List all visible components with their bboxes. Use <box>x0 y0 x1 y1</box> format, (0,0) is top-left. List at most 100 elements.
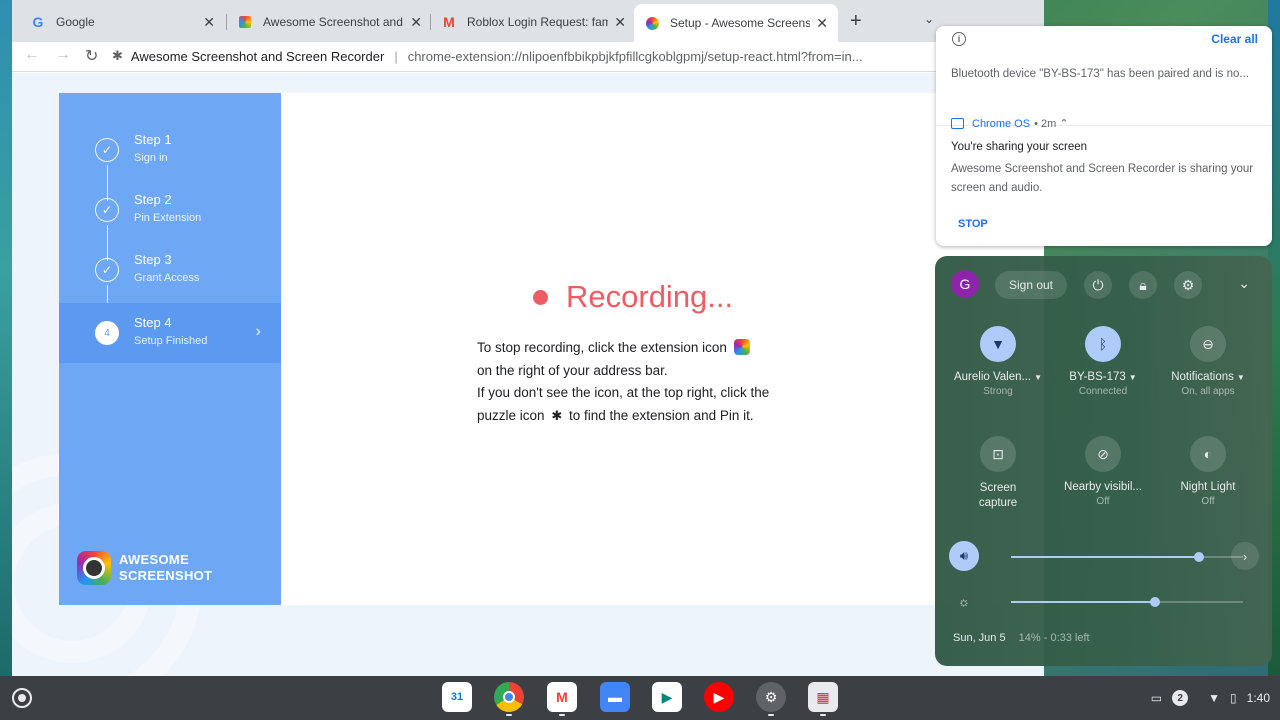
brightness-slider[interactable] <box>1011 597 1243 607</box>
close-icon[interactable]: ✕ <box>614 14 626 31</box>
info-icon: i <box>952 32 966 46</box>
close-icon[interactable]: ✕ <box>816 15 828 32</box>
chevron-down-icon[interactable]: ⌄ <box>1238 275 1250 292</box>
tile-nearby-visibility[interactable]: ⊘ Nearby visibil... Off <box>1053 436 1153 507</box>
screen-capture-icon[interactable]: ⊡ <box>980 436 1016 472</box>
volume-row: 🔊︎ › <box>949 541 1259 573</box>
step-subtitle: Setup Finished <box>134 335 208 347</box>
chevron-right-icon: › <box>255 323 261 340</box>
extension-icon <box>733 339 750 355</box>
tile-status: Connected <box>1078 386 1128 397</box>
tile-label: Night Light <box>1180 481 1236 493</box>
tab-setup-active[interactable]: Setup - Awesome Screenshot ✕ <box>634 4 838 42</box>
wifi-icon[interactable]: ▼ <box>980 326 1016 362</box>
launcher-icon[interactable] <box>12 688 32 708</box>
tile-label: Screen capture <box>978 482 1018 509</box>
google-icon: G <box>32 14 44 30</box>
back-icon[interactable]: ← <box>24 46 40 64</box>
power-icon[interactable]: ⏻ <box>1084 271 1112 299</box>
avatar[interactable]: G <box>951 270 979 298</box>
check-icon: ✓ <box>95 258 119 282</box>
status-tray[interactable]: ▭ 2 ▼ ▯ 1:40 <box>1151 686 1270 710</box>
tab-title: Awesome Screenshot and Screen Recorder <box>263 15 404 29</box>
step-subtitle: Pin Extension <box>134 212 202 224</box>
battery-icon: ▯ <box>1230 691 1237 705</box>
setup-card: ✓ Step 1 Sign in ✓ Step 2 Pin Extension … <box>59 93 1044 605</box>
volume-icon[interactable]: 🔊︎ <box>949 541 979 571</box>
reload-icon[interactable]: ↻ <box>85 46 98 66</box>
notification-body: Awesome Screenshot and Screen Recorder i… <box>951 163 1254 194</box>
night-light-icon[interactable]: ◐ <box>1190 436 1226 472</box>
dropdown-caret-icon[interactable]: ▼ <box>1129 373 1137 382</box>
step-title: Step 4 <box>134 315 172 330</box>
bluetooth-icon[interactable]: ᛒ <box>1085 326 1121 362</box>
tile-status: Strong <box>983 386 1013 397</box>
brand-line: SCREENSHOT <box>119 568 213 583</box>
notification-center: i Clear all Bluetooth device "BY-BS-173"… <box>936 26 1272 246</box>
qs-footer: Sun, Jun 5 14% - 0:33 left <box>953 632 1090 644</box>
chrome-icon[interactable] <box>494 682 524 716</box>
forward-icon[interactable]: → <box>55 46 71 64</box>
tile-status: Off <box>1096 496 1110 507</box>
screen-share-notification[interactable]: Chrome OS • 2m ⌃ You're sharing your scr… <box>936 108 1272 246</box>
volume-slider-thumb[interactable] <box>1193 552 1204 562</box>
files-icon[interactable]: ▬ <box>600 682 630 712</box>
date-text[interactable]: Sun, Jun 5 <box>953 632 1006 644</box>
gmail-icon: M <box>443 14 455 30</box>
lock-icon[interactable]: 🔒︎ <box>1129 271 1157 299</box>
chevron-right-icon[interactable]: › <box>1231 542 1259 570</box>
tile-notifications[interactable]: ⊖ Notifications ▼ On, all apps <box>1158 326 1258 397</box>
settings-icon[interactable]: ⚙ <box>756 682 786 716</box>
tile-night-light[interactable]: ◐ Night Light Off <box>1158 436 1258 507</box>
clipboard-icon[interactable]: ▭ <box>1151 691 1162 705</box>
youtube-icon[interactable]: ▶ <box>704 682 734 712</box>
notification-title: You're sharing your screen <box>951 141 1088 153</box>
dropdown-caret-icon[interactable]: ▼ <box>1034 373 1042 382</box>
dropdown-caret-icon[interactable]: ▼ <box>1237 373 1245 382</box>
tile-bluetooth[interactable]: ᛒ BY-BS-173 ▼ Connected <box>1053 326 1153 397</box>
close-icon[interactable]: ✕ <box>203 14 215 31</box>
tile-status: Off <box>1201 496 1215 507</box>
step-2[interactable]: ✓ Step 2 Pin Extension <box>59 180 281 240</box>
toolbar: ← → ↻ ✱ Awesome Screenshot and Screen Re… <box>12 42 1044 72</box>
tab-awesome-screenshot[interactable]: Awesome Screenshot and Screen Recorder ✕ <box>227 6 432 38</box>
sign-out-button[interactable]: Sign out <box>995 271 1067 299</box>
awesome-screenshot-logo: AWESOME SCREENSHOT <box>77 551 212 585</box>
brightness-slider-thumb[interactable] <box>1149 597 1160 607</box>
tab-search-chevron-icon[interactable]: ⌄ <box>924 12 934 26</box>
stop-sharing-button[interactable]: STOP <box>958 218 988 230</box>
new-tab-button[interactable]: + <box>850 10 862 33</box>
tab-roblox-login[interactable]: M Roblox Login Request: family ✕ <box>431 6 636 38</box>
notifications-icon[interactable]: ⊖ <box>1190 326 1226 362</box>
url-text: chrome-extension://nlipoenfbbikpbjkfpfil… <box>407 48 863 64</box>
gmail-icon[interactable]: M <box>547 682 577 716</box>
notification-text: Bluetooth device "BY-BS-173" has been pa… <box>951 68 1249 80</box>
volume-slider[interactable] <box>1011 552 1243 562</box>
awesome-screenshot-icon <box>644 15 660 31</box>
step-title: Step 3 <box>134 252 172 267</box>
tab-google[interactable]: G Google ✕ <box>20 6 225 38</box>
tile-wifi[interactable]: ▼ Aurelio Valen... ▼ Strong <box>948 326 1048 397</box>
notification-count[interactable]: 2 <box>1172 690 1189 706</box>
calendar-icon[interactable]: 31 <box>442 682 472 712</box>
settings-gear-icon[interactable]: ⚙ <box>1174 271 1202 299</box>
meet-icon[interactable]: ▶ <box>652 682 682 712</box>
steps-sidebar: ✓ Step 1 Sign in ✓ Step 2 Pin Extension … <box>59 93 281 605</box>
volume-slider-fill <box>1011 556 1199 558</box>
step-3[interactable]: ✓ Step 3 Grant Access <box>59 240 281 300</box>
address-bar[interactable]: ✱ Awesome Screenshot and Screen Recorder… <box>112 43 1042 69</box>
close-icon[interactable]: ✕ <box>410 14 422 31</box>
step-4[interactable]: 4 Step 4 Setup Finished › <box>59 303 281 363</box>
notification-time: • 2m ⌃ <box>1034 118 1069 130</box>
nearby-visibility-icon[interactable]: ⊘ <box>1085 436 1121 472</box>
tile-screen-capture[interactable]: ⊡ Screen capture <box>948 436 1048 511</box>
instruction-text: puzzle icon <box>477 407 545 423</box>
instructions: To stop recording, click the extension i… <box>477 337 807 427</box>
tile-label: Nearby visibil... <box>1064 481 1142 493</box>
step-1[interactable]: ✓ Step 1 Sign in <box>59 120 281 180</box>
clear-all-button[interactable]: Clear all <box>1211 32 1258 46</box>
awesome-screenshot-icon <box>237 14 253 30</box>
tab-title: Google <box>56 15 95 29</box>
instruction-text: to find the extension and Pin it. <box>568 407 754 423</box>
photos-icon[interactable]: ▦ <box>808 682 838 716</box>
